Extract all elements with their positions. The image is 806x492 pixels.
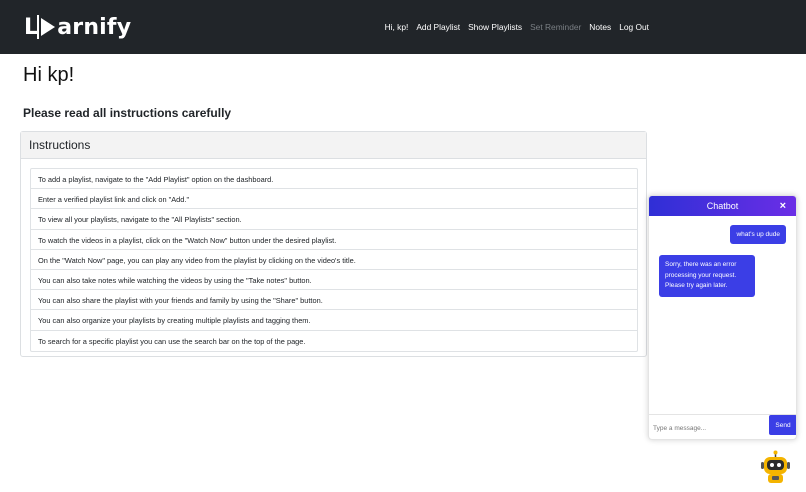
list-item: To add a playlist, navigate to the "Add … [31,169,637,190]
list-item: On the "Watch Now" page, you can play an… [31,250,637,270]
brand-logo[interactable]: L arnify [24,12,131,42]
list-item: To watch the videos in a playlist, click… [31,230,637,250]
top-navbar: L arnify Hi, kp! Add Playlist Show Playl… [0,0,806,54]
robot-icon-graphic [761,450,790,483]
nav-greeting[interactable]: Hi, kp! [385,22,409,32]
chat-message-input[interactable] [653,420,765,436]
close-icon[interactable]: × [780,196,786,216]
brand-text: arnify [57,14,132,40]
list-item: You can also take notes while watching t… [31,270,637,291]
list-item: To view all your playlists, navigate to … [31,209,637,230]
nav-set-reminder[interactable]: Set Reminder [530,22,581,32]
instructions-list: To add a playlist, navigate to the "Add … [30,168,638,352]
nav-show-playlists[interactable]: Show Playlists [468,22,522,32]
bot-message: Sorry, there was an error processing you… [659,255,755,297]
nav-links: Hi, kp! Add Playlist Show Playlists Set … [377,0,649,54]
send-button[interactable]: Send [769,415,796,435]
brand-letter: L [24,14,39,40]
page-subheading: Please read all instructions carefully [23,106,232,120]
nav-notes[interactable]: Notes [589,22,611,32]
chatbot-header: Chatbot × [649,196,796,216]
instructions-card-title: Instructions [21,132,646,159]
nav-add-playlist[interactable]: Add Playlist [416,22,460,32]
user-message: what's up dude [730,225,786,244]
chatbot-panel: Chatbot × what's up dude Sorry, there wa… [648,195,797,440]
page-greeting: Hi kp! [23,64,75,86]
list-item: You can also organize your playlists by … [31,310,637,331]
instructions-card: Instructions To add a playlist, navigate… [20,131,647,357]
list-item: To search for a specific playlist you ca… [38,336,306,346]
list-item: You can also share the playlist with you… [31,290,637,311]
chatbot-footer: Send [649,414,796,439]
robot-icon[interactable] [759,450,792,485]
nav-log-out[interactable]: Log Out [619,22,649,32]
play-icon [37,15,57,39]
list-item: Enter a verified playlist link and click… [31,189,637,210]
chatbot-title: Chatbot [706,201,739,211]
